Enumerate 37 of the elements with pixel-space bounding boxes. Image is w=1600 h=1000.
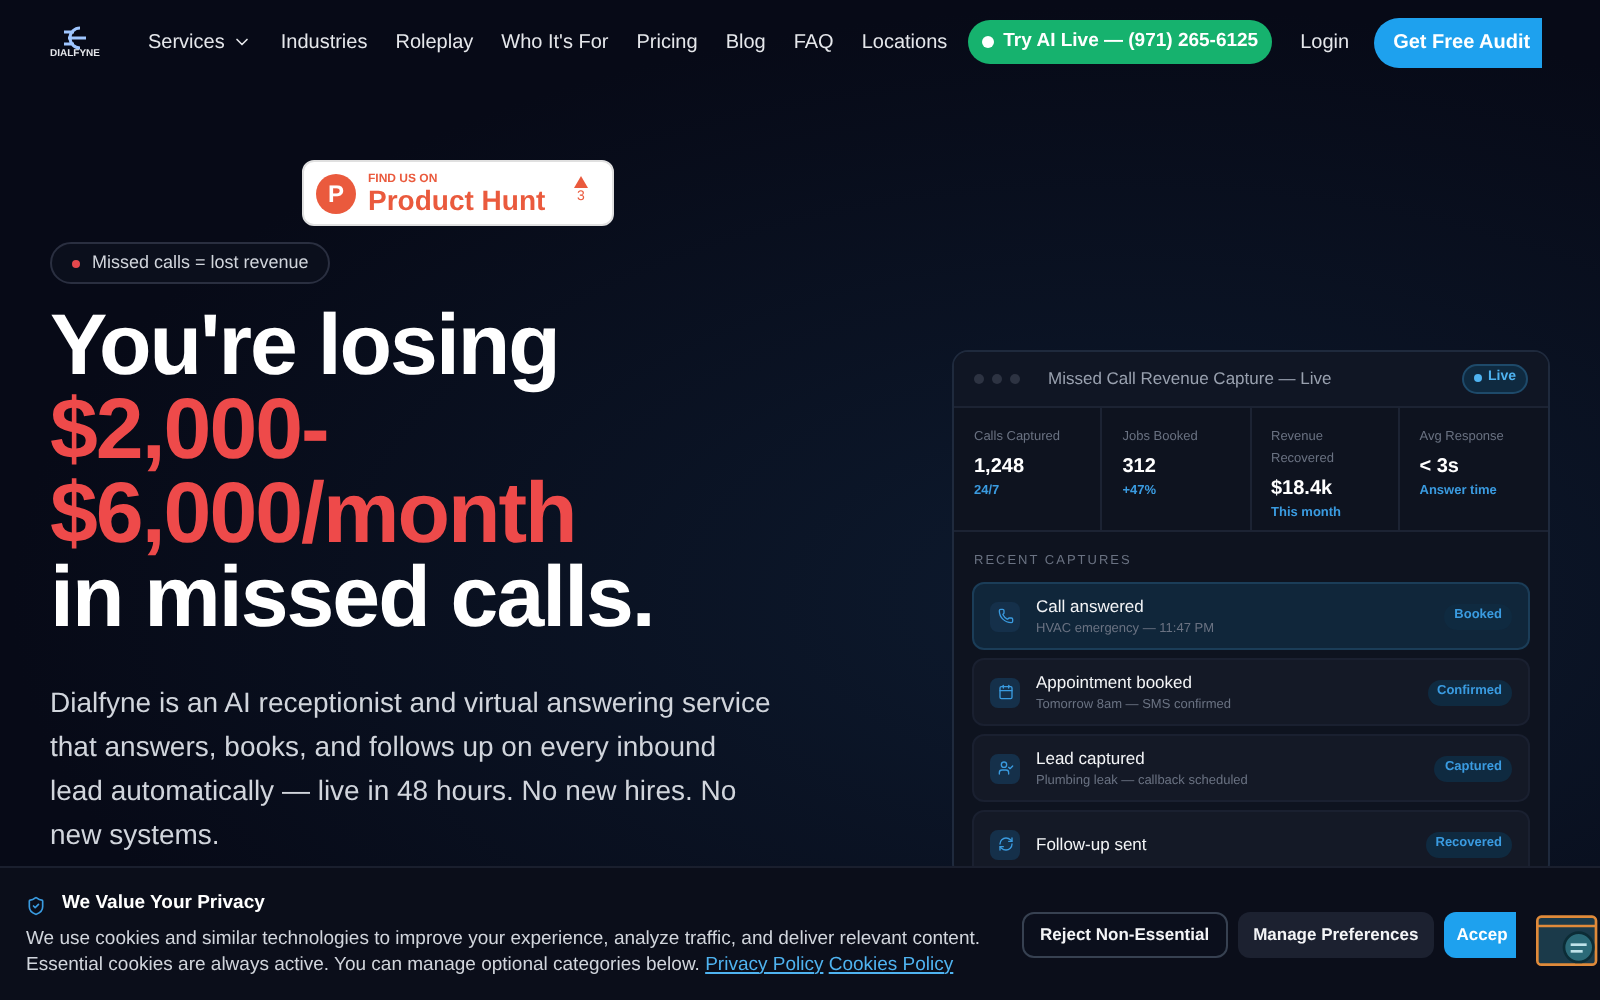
policy-link[interactable]: Cookies Policy — [828, 953, 954, 976]
cookie-button[interactable]: Reject Non-Essential — [1022, 911, 1228, 957]
chat-widget-icon[interactable] — [1536, 912, 1600, 972]
login-link[interactable]: Login — [1300, 27, 1350, 57]
badge-text: Missed calls = lost revenue — [92, 249, 309, 276]
capture-title: Appointment booked — [1036, 669, 1194, 695]
shield-icon — [26, 895, 46, 915]
refresh-icon — [997, 836, 1013, 852]
hero-title: You're losing $2,000- $6,000/month in missed calls. — [50, 304, 656, 640]
nav-link[interactable]: FAQ — [793, 27, 834, 57]
user-icon — [997, 760, 1013, 776]
capture-title: Call answered — [1036, 593, 1146, 619]
nav-link[interactable]: Blog — [725, 27, 766, 57]
nav-link[interactable]: Locations — [861, 27, 948, 57]
capture-title: Follow-up sent — [1036, 831, 1147, 857]
nav-link[interactable]: Services — [148, 27, 253, 57]
logo-icon — [59, 25, 91, 49]
stat-value: $18.4k — [1271, 475, 1335, 504]
nav-link[interactable]: Industries — [280, 27, 368, 57]
stat-value: < 3s — [1419, 453, 1461, 482]
phone-icon — [997, 608, 1013, 624]
nav-link[interactable]: Roleplay — [395, 27, 474, 57]
nav-link[interactable]: Who It's For — [501, 27, 609, 57]
cookie-button[interactable]: Manage Preferences — [1237, 911, 1435, 957]
stat-value: 1,248 — [974, 453, 1027, 482]
policy-link[interactable]: Privacy Policy — [705, 953, 824, 976]
capture-title: Lead captured — [1036, 745, 1147, 771]
product-hunt-logo: P — [316, 173, 356, 213]
cookie-title: We Value Your Privacy — [62, 890, 265, 919]
badge-name: Product Hunt — [368, 185, 546, 213]
calendar-icon — [997, 684, 1013, 700]
card-title: Missed Call Revenue Capture — Live — [1048, 366, 1332, 392]
nav-link[interactable]: Pricing — [636, 27, 698, 57]
cookie-text: We use cookies and similar technologies to improve your experience, analyze traffic, and deliver relevant content. Essential cookies are always active. You can manage optional categories below. Privacy Policy Cookies Policy — [26, 925, 983, 978]
upvote-icon — [574, 176, 588, 189]
hero-description: Dialfyne is an AI receptionist and virtual answering service that answers, books, and follows up on every inbound lead automatically — live in 48 hours. No new hires. No new systems. — [50, 684, 773, 854]
stat-value: 312 — [1122, 453, 1158, 482]
